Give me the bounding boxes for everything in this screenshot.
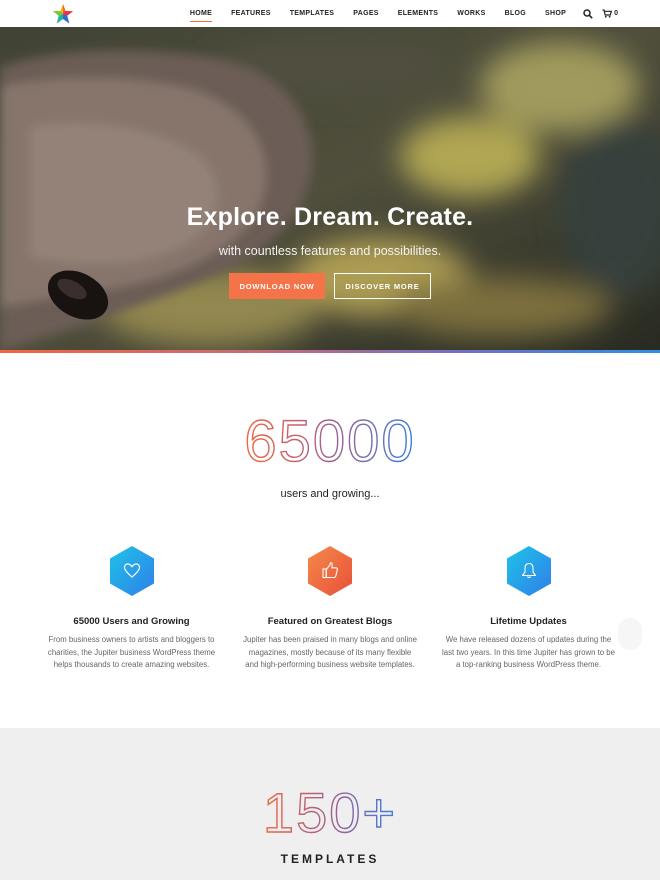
users-subtitle: users and growing... [280, 488, 380, 500]
hero-section: Explore. Dream. Create. with countless f… [0, 27, 660, 351]
main-nav: HOME FEATURES TEMPLATES PAGES ELEMENTS W… [171, 0, 618, 27]
nav-item-pages[interactable]: PAGES [353, 8, 379, 19]
users-count-text: 65000 [244, 409, 415, 468]
feature-text-line: charities, the Jupiter business WordPres… [47, 647, 216, 657]
feature-blogs: Featured on Greatest Blogs Jupiter has b… [239, 545, 422, 672]
feature-text: Jupiter has been praised in many blogs a… [239, 634, 422, 672]
cart-button[interactable]: 0 [602, 9, 618, 18]
bell-icon [521, 562, 536, 579]
templates-label: TEMPLATES [280, 852, 380, 866]
thumbs-up-icon [322, 562, 338, 579]
hero-title: Explore. Dream. Create. [186, 203, 474, 231]
feature-text-line: We have released dozens of updates durin… [445, 635, 612, 644]
nav-item-home[interactable]: HOME [189, 8, 213, 22]
hexagon-badge [306, 545, 354, 597]
feature-title: 65000 Users and Growing [73, 616, 190, 627]
hero-background-image [0, 27, 660, 351]
cart-icon [602, 9, 613, 18]
scroll-indicator[interactable] [618, 618, 642, 650]
features-row: 65000 Users and Growing From business ow… [40, 545, 620, 672]
nav-item-features[interactable]: FEATURES [231, 8, 271, 19]
heart-icon [123, 563, 140, 578]
feature-updates: Lifetime Updates We have released dozens… [437, 545, 620, 672]
nav-item-blog[interactable]: BLOG [505, 8, 526, 19]
nav-item-elements[interactable]: ELEMENTS [398, 8, 439, 19]
hero-subtitle: with countless features and possibilitie… [218, 244, 442, 258]
feature-text-line: From business owners to artists and blog… [48, 635, 215, 644]
hexagon-badge [505, 545, 553, 597]
feature-title: Lifetime Updates [490, 616, 567, 627]
feature-title: Featured on Greatest Blogs [267, 616, 393, 627]
nav-item-templates[interactable]: TEMPLATES [290, 8, 335, 19]
star-logo-icon[interactable] [52, 3, 74, 25]
nav-item-shop[interactable]: SHOP [545, 8, 566, 19]
download-now-button[interactable]: DOWNLOAD NOW [229, 273, 325, 299]
hexagon-badge [108, 545, 156, 597]
hero-content: Explore. Dream. Create. with countless f… [0, 205, 660, 299]
feature-text-line: last two years. In this time Jupiter has… [442, 647, 615, 657]
nav-item-works[interactable]: WORKS [457, 8, 485, 19]
templates-count-text: 150+ [263, 781, 397, 840]
feature-text-line: and high-performing business website tem… [245, 660, 415, 669]
cart-count: 0 [614, 10, 618, 17]
templates-section: 150+ TEMPLATES [0, 728, 660, 880]
stats-section: 65000 users and growing... 65000 Users a… [0, 353, 660, 728]
feature-text-line: magazines, mostly because of its many fl… [248, 647, 412, 657]
users-count: 65000 [0, 408, 660, 468]
feature-text-line: a top-ranking business WordPress theme. [455, 660, 602, 669]
discover-more-button[interactable]: DISCOVER MORE [334, 273, 431, 299]
feature-text-line: helps thousands to create amazing websit… [53, 660, 210, 669]
site-header: HOME FEATURES TEMPLATES PAGES ELEMENTS W… [0, 0, 660, 27]
templates-count: 150+ [0, 780, 660, 840]
search-icon[interactable] [583, 8, 593, 19]
hero-buttons: DOWNLOAD NOW DISCOVER MORE [0, 273, 660, 299]
feature-text-line: Jupiter has been praised in many blogs a… [243, 635, 417, 644]
feature-users: 65000 Users and Growing From business ow… [40, 545, 223, 672]
feature-text: We have released dozens of updates durin… [437, 634, 620, 672]
feature-text: From business owners to artists and blog… [40, 634, 223, 672]
